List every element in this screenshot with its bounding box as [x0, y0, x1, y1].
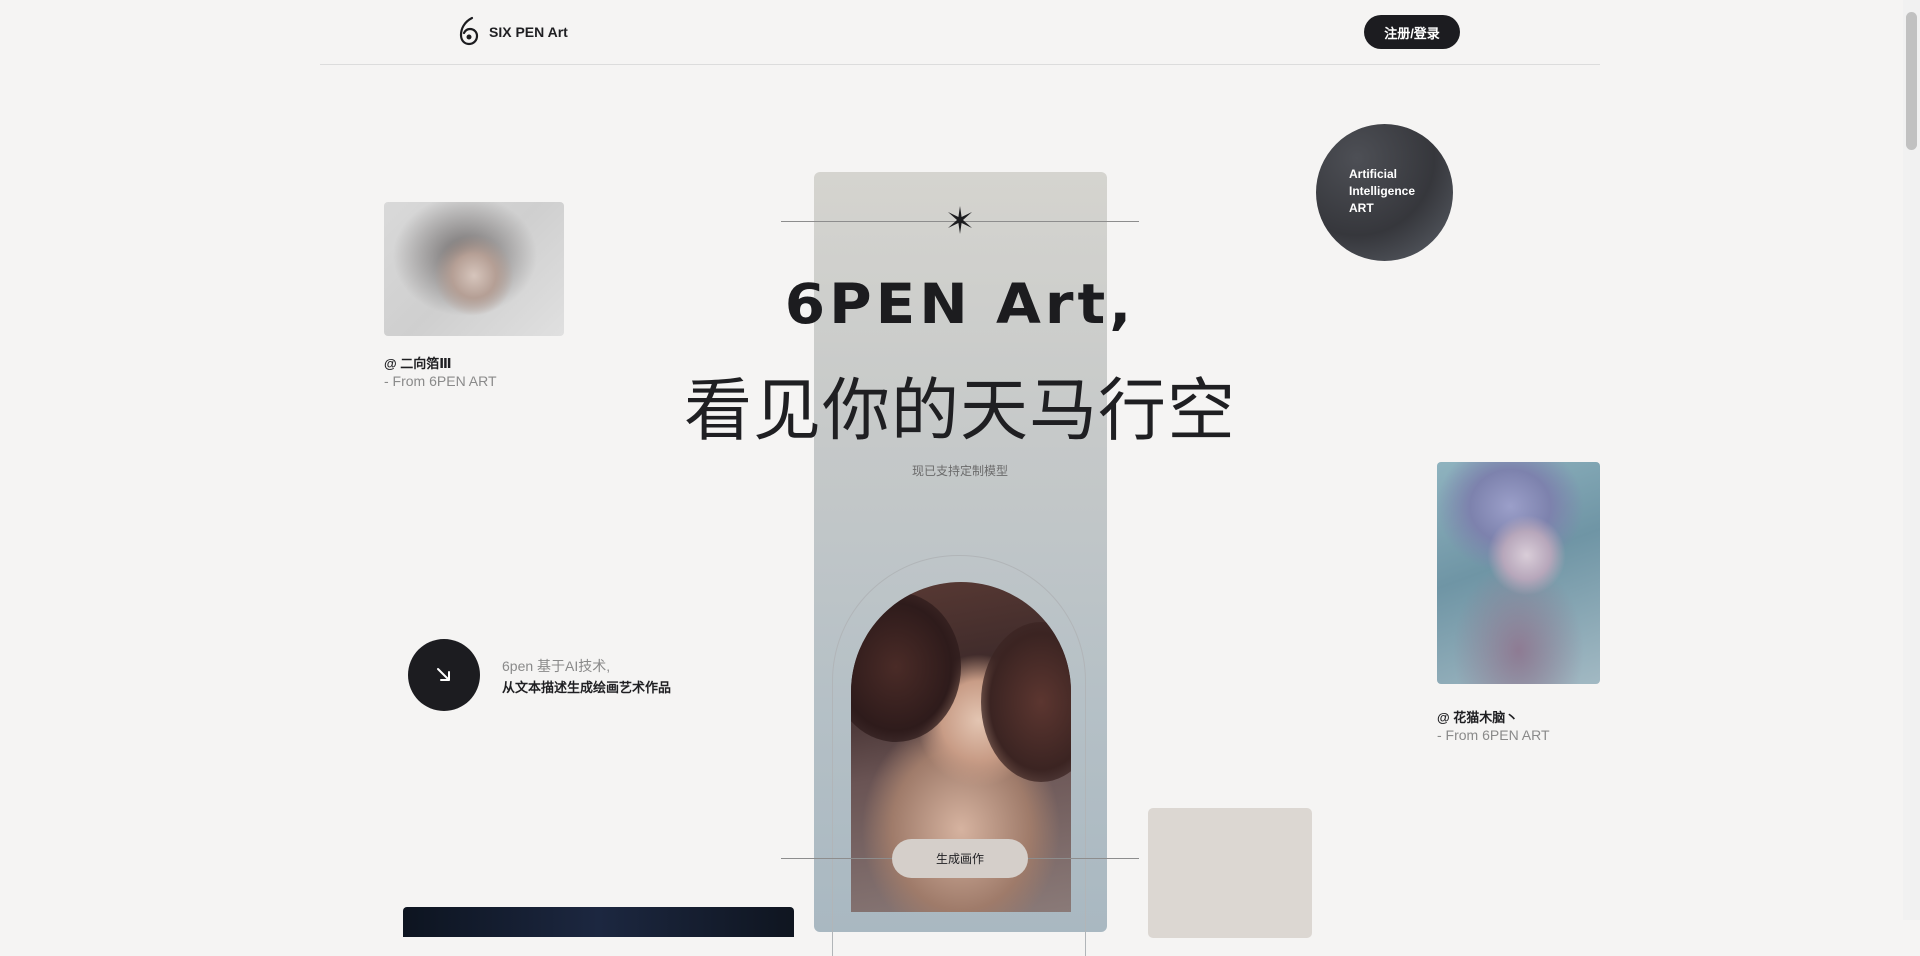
scrollbar-thumb[interactable] — [1906, 12, 1917, 150]
gallery-source-2: - From 6PEN ART — [1437, 727, 1550, 743]
brand-name[interactable]: SIX PEN Art — [489, 24, 568, 40]
intro-line-1: 6pen 基于AI技术, — [502, 658, 611, 674]
generate-artwork-button[interactable]: 生成画作 — [892, 839, 1028, 878]
arrow-down-right-icon — [437, 668, 450, 681]
gallery-author-2[interactable]: @ 花猫木脑丶 — [1437, 707, 1518, 726]
badge-line-2: Intelligence — [1349, 184, 1416, 198]
hero-title: 6PEN Art, — [784, 271, 1136, 337]
scroll-down-button[interactable] — [408, 639, 480, 711]
ai-art-badge: Artificial Intelligence ART — [1316, 124, 1453, 261]
gallery-source-1: - From 6PEN ART — [384, 373, 497, 389]
gallery-author-1[interactable]: @ 二向箔Ⅲ — [384, 353, 452, 372]
sparkle-star-icon — [948, 206, 972, 234]
intro-line-2: 从文本描述生成绘画艺术作品 — [502, 680, 672, 695]
hero-subtitle: 看见你的天马行空 — [683, 372, 1236, 451]
preview-card[interactable] — [1148, 808, 1312, 938]
badge-line-3: ART — [1349, 201, 1374, 215]
gallery-image-3[interactable] — [403, 907, 794, 937]
custom-model-note: 现已支持定制模型 — [911, 464, 1008, 478]
register-login-button[interactable]: 注册/登录 — [1364, 15, 1460, 49]
gallery-image-2[interactable] — [1437, 462, 1600, 684]
six-pen-logo-icon[interactable] — [458, 16, 480, 46]
gallery-image-1[interactable] — [384, 202, 564, 336]
badge-line-1: Artificial — [1349, 167, 1398, 181]
